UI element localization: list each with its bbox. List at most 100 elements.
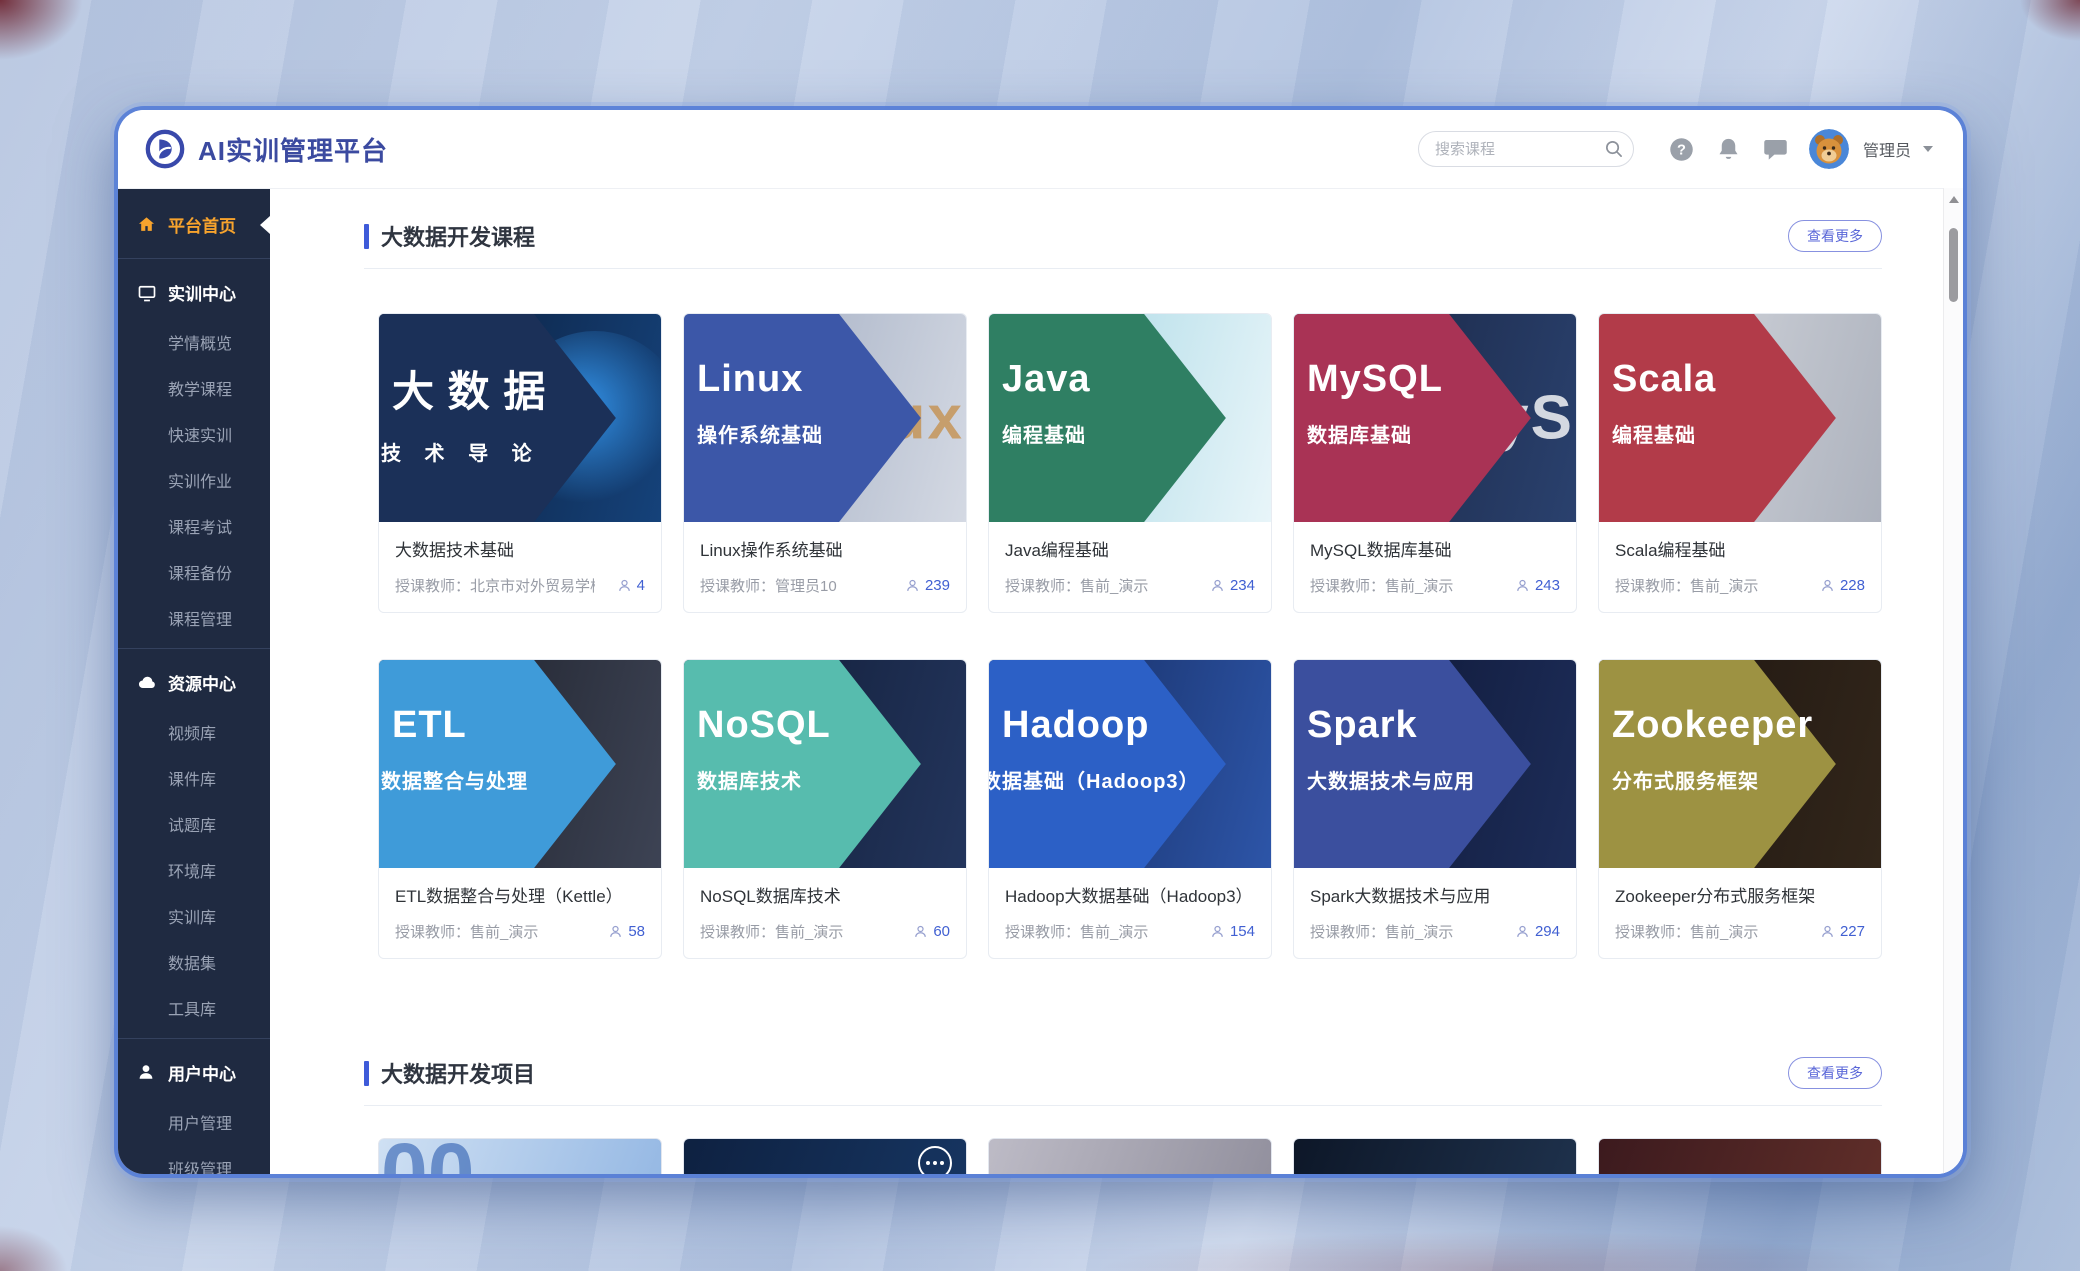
more-dots-icon — [918, 1146, 952, 1174]
project-card[interactable]: 大数据开发案例 — [1598, 1138, 1882, 1174]
project-card-grid: 00 大数据开发案例 大数据开发案例 大数据开发案例 — [378, 1138, 1963, 1174]
view-more-button[interactable]: 查看更多 — [1788, 1057, 1882, 1089]
sidebar-item-teaching-courses[interactable]: 教学课程 — [118, 365, 270, 411]
sidebar-group-label: 实训中心 — [168, 280, 236, 305]
sidebar-item-video-library[interactable]: 视频库 — [118, 709, 270, 755]
course-cover: MyS MySQL 数据库基础 — [1294, 314, 1576, 522]
project-cover: 大数据开发案例 — [988, 1138, 1272, 1174]
course-card[interactable]: NoSQL 数据库技术 NoSQL数据库技术 授课教师：售前_演示 60 — [683, 659, 967, 959]
student-count: 227 — [1820, 923, 1865, 940]
sidebar-item-user-management[interactable]: 用户管理 — [118, 1099, 270, 1145]
sidebar-item-learning-overview[interactable]: 学情概览 — [118, 319, 270, 365]
notifications-bell-icon[interactable] — [1715, 136, 1742, 163]
top-header: AI实训管理平台 ? — [118, 110, 1963, 188]
search-icon[interactable] — [1604, 139, 1623, 163]
student-count: 294 — [1515, 923, 1560, 940]
cover-sub-text: 大数据基础（Hadoop3） — [989, 765, 1200, 794]
student-count: 239 — [905, 577, 950, 594]
sidebar-item-class-management[interactable]: 班级管理 — [118, 1145, 270, 1174]
sidebar-group-resource-center[interactable]: 资源中心 — [118, 656, 270, 709]
section-title: 大数据开发项目 — [381, 1057, 535, 1089]
cover-sub-text: 数据库技术 — [697, 765, 831, 794]
sidebar-group-label: 用户中心 — [168, 1060, 236, 1085]
section-header-courses: 大数据开发课程 查看更多 — [364, 220, 1882, 252]
scrollbar-up-arrow[interactable] — [1949, 196, 1959, 203]
course-cover: inux Linux 操作系统基础 — [684, 314, 966, 522]
course-teacher: 授课教师：管理员10 — [700, 575, 837, 596]
monitor-icon — [137, 283, 157, 303]
course-teacher: 授课教师：售前_演示 — [395, 921, 538, 942]
course-title: Java编程基础 — [1005, 536, 1255, 561]
sidebar-item-environment-library[interactable]: 环境库 — [118, 847, 270, 893]
course-title: ETL数据整合与处理（Kettle） — [395, 882, 645, 907]
search-box[interactable] — [1418, 131, 1634, 167]
sidebar-item-training-library[interactable]: 实训库 — [118, 893, 270, 939]
section-divider — [364, 268, 1882, 269]
course-card[interactable]: Spark 大数据技术与应用 Spark大数据技术与应用 授课教师：售前_演示 … — [1293, 659, 1577, 959]
section-accent-bar — [364, 1061, 369, 1086]
messages-chat-icon[interactable] — [1762, 136, 1789, 163]
course-cover: Spark 大数据技术与应用 — [1294, 660, 1576, 868]
section-title: 大数据开发课程 — [381, 220, 535, 252]
course-title: 大数据技术基础 — [395, 536, 645, 561]
sidebar-item-question-bank[interactable]: 试题库 — [118, 801, 270, 847]
course-teacher: 授课教师：售前_演示 — [1005, 575, 1148, 596]
course-card[interactable]: Zookeeper 分布式服务框架 Zookeeper分布式服务框架 授课教师：… — [1598, 659, 1882, 959]
cloud-icon — [137, 673, 157, 693]
course-card[interactable]: 大 数 据 技 术 导 论 大数据技术基础 授课教师：北京市对外贸易学校教...… — [378, 313, 662, 613]
chevron-down-icon[interactable] — [1923, 146, 1933, 152]
sidebar-item-tool-library[interactable]: 工具库 — [118, 985, 270, 1031]
search-input[interactable] — [1418, 131, 1634, 167]
course-teacher: 授课教师：售前_演示 — [1310, 575, 1453, 596]
sidebar: 平台首页 实训中心 学情概览 教学课程 快速实训 实训作业 课程考试 课程备份 … — [118, 188, 270, 1174]
course-title: Scala编程基础 — [1615, 536, 1865, 561]
project-cover: 00 大数据开发案例 — [378, 1138, 662, 1174]
course-card[interactable]: ETL 数据整合与处理 ETL数据整合与处理（Kettle） 授课教师：售前_演… — [378, 659, 662, 959]
course-card[interactable]: inux Linux 操作系统基础 Linux操作系统基础 授课教师：管理员10… — [683, 313, 967, 613]
active-item-notch — [260, 216, 270, 234]
sidebar-group-user-center[interactable]: 用户中心 — [118, 1046, 270, 1099]
sidebar-item-course-management[interactable]: 课程管理 — [118, 595, 270, 641]
sidebar-group-training-center[interactable]: 实训中心 — [118, 266, 270, 319]
student-count: 60 — [913, 923, 950, 940]
course-cover: ETL 数据整合与处理 — [379, 660, 661, 868]
sidebar-item-courseware-library[interactable]: 课件库 — [118, 755, 270, 801]
cover-sub-text: 技 术 导 论 — [381, 437, 546, 466]
view-more-button[interactable]: 查看更多 — [1788, 220, 1882, 252]
course-card-grid: 大 数 据 技 术 导 论 大数据技术基础 授课教师：北京市对外贸易学校教...… — [378, 313, 1963, 959]
project-card[interactable]: 大数据开发案例 — [1293, 1138, 1577, 1174]
course-cover: Scala 编程基础 — [1599, 314, 1881, 522]
project-card[interactable]: 大数据开发案例 — [988, 1138, 1272, 1174]
app-window: AI实训管理平台 ? — [118, 110, 1963, 1174]
course-title: MySQL数据库基础 — [1310, 536, 1560, 561]
course-card[interactable]: MyS MySQL 数据库基础 MySQL数据库基础 授课教师：售前_演示 24… — [1293, 313, 1577, 613]
course-cover: Hadoop 大数据基础（Hadoop3） — [989, 660, 1271, 868]
scrollbar-thumb[interactable] — [1949, 228, 1958, 302]
project-card[interactable]: 大数据开发案例 — [683, 1138, 967, 1174]
help-icon[interactable]: ? — [1668, 136, 1695, 163]
course-card[interactable]: Hadoop 大数据基础（Hadoop3） Hadoop大数据基础（Hadoop… — [988, 659, 1272, 959]
sidebar-item-platform-home[interactable]: 平台首页 — [118, 198, 270, 251]
sidebar-item-course-exams[interactable]: 课程考试 — [118, 503, 270, 549]
course-card[interactable]: Scala 编程基础 Scala编程基础 授课教师：售前_演示 228 — [1598, 313, 1882, 613]
section-header-projects: 大数据开发项目 查看更多 — [364, 1057, 1882, 1089]
course-teacher: 授课教师：售前_演示 — [1615, 575, 1758, 596]
course-teacher: 授课教师：售前_演示 — [700, 921, 843, 942]
student-count: 58 — [608, 923, 645, 940]
user-name[interactable]: 管理员 — [1863, 137, 1911, 161]
student-count: 243 — [1515, 577, 1560, 594]
sidebar-item-datasets[interactable]: 数据集 — [118, 939, 270, 985]
project-card[interactable]: 00 大数据开发案例 — [378, 1138, 662, 1174]
course-title: Spark大数据技术与应用 — [1310, 882, 1560, 907]
cover-big-text: 大 数 据 — [392, 358, 546, 419]
cover-sub-text: 数据整合与处理 — [381, 765, 528, 794]
sidebar-group-label: 资源中心 — [168, 670, 236, 695]
cover-big-text: Scala — [1612, 358, 1716, 401]
sidebar-item-training-homework[interactable]: 实训作业 — [118, 457, 270, 503]
course-card[interactable]: Java 编程基础 Java编程基础 授课教师：售前_演示 234 — [988, 313, 1272, 613]
user-avatar[interactable] — [1809, 129, 1849, 169]
sidebar-item-course-backup[interactable]: 课程备份 — [118, 549, 270, 595]
course-cover: 大 数 据 技 术 导 论 — [379, 314, 661, 522]
vertical-scrollbar[interactable] — [1943, 188, 1963, 1174]
sidebar-item-quick-training[interactable]: 快速实训 — [118, 411, 270, 457]
